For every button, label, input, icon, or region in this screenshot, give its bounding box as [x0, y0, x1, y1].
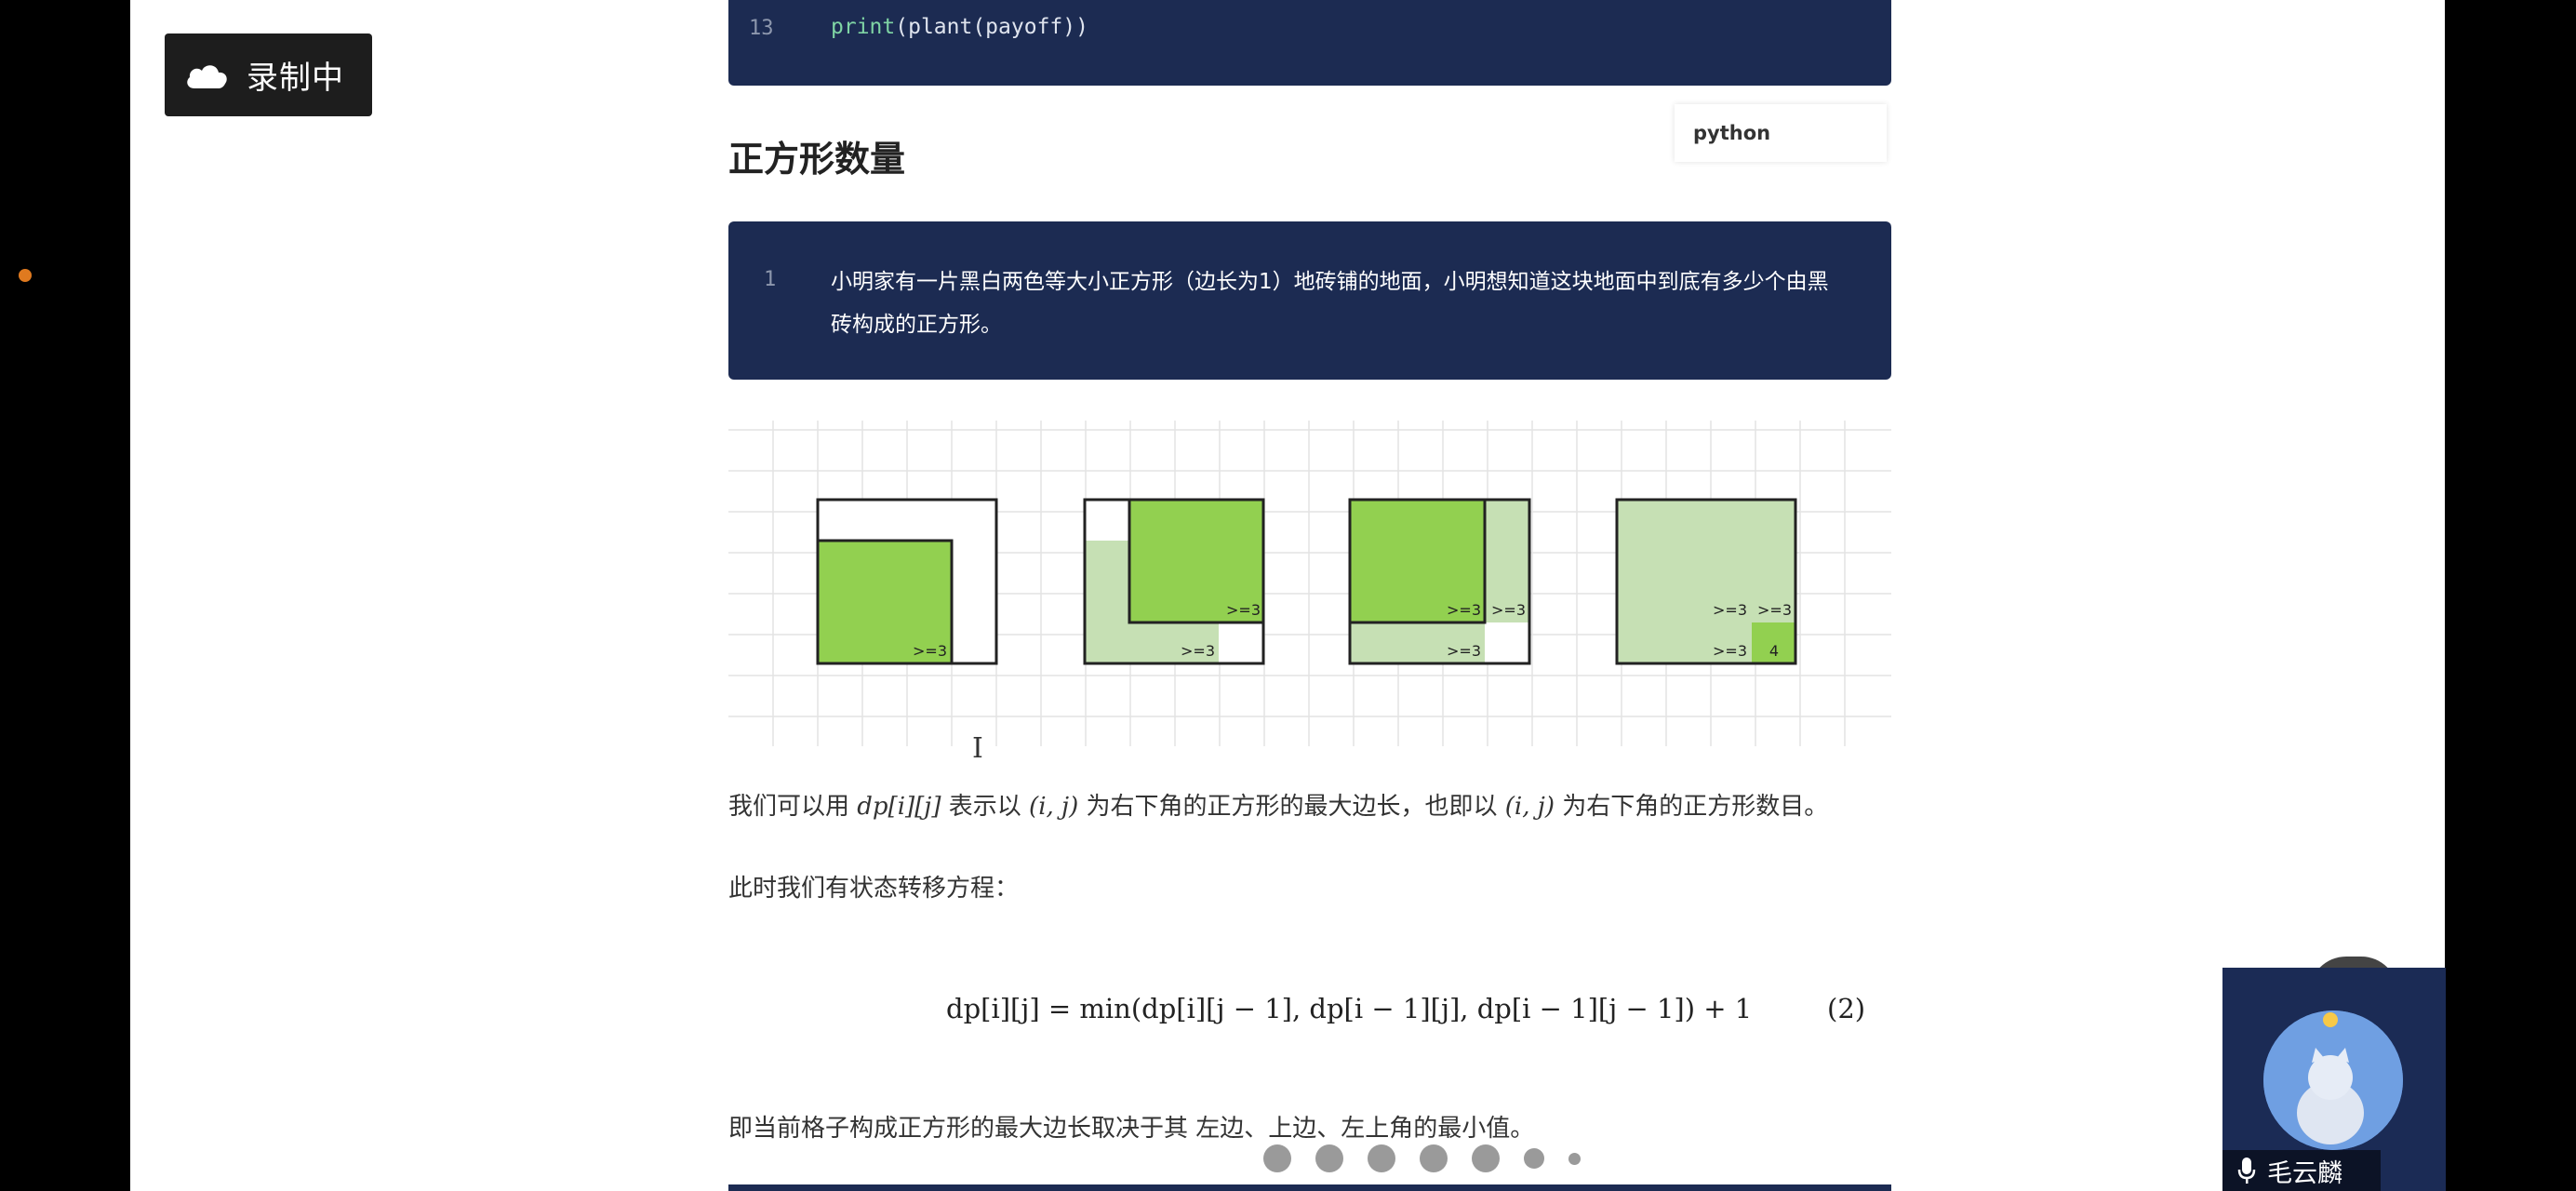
paragraph-explanation: 即当前格子构成正方形的最大边长取决于其 左边、上边、左上角的最小值。 — [728, 1115, 1535, 1143]
recording-label: 录制中 — [247, 60, 344, 97]
text-segment: 我们可以用 — [728, 793, 858, 821]
panel-2: >=3 >=3 — [1083, 498, 1265, 665]
next-code-block-edge — [728, 1184, 1891, 1191]
avatar — [2263, 1010, 2403, 1150]
code-args: (plant(payoff)) — [895, 15, 1088, 39]
page-dot[interactable] — [1472, 1144, 1500, 1172]
label-ge3: >=3 — [1447, 601, 1481, 619]
label-ge3: >=3 — [1757, 601, 1792, 619]
code-line: print(plant(payoff)) — [831, 15, 1088, 39]
recording-badge[interactable]: 录制中 — [165, 33, 372, 116]
problem-text: 小明家有一片黑白两色等大小正方形（边长为1）地砖铺的地面，小明想知道这块地面中到… — [831, 270, 1829, 337]
line-number: 1 — [764, 268, 777, 291]
math-dp-ij: dp[i][j] — [857, 793, 941, 821]
problem-code-block: 1 小明家有一片黑白两色等大小正方形（边长为1）地砖铺的地面，小明想知道这块地面… — [728, 221, 1891, 380]
code-block-previous: 13 print(plant(payoff)) — [728, 0, 1891, 86]
microphone-icon — [2237, 1158, 2256, 1184]
paragraph-transition-intro: 此时我们有状态转移方程： — [728, 875, 1020, 903]
page-dot[interactable] — [1368, 1144, 1395, 1172]
squares-illustration: >=3 >=3 >=3 >=3 >=3 >=3 >=3 >=3 >=3 4 — [728, 421, 1891, 746]
recording-indicator-dot — [19, 269, 32, 282]
label-ge3: >=3 — [913, 642, 947, 660]
cloud-icon — [187, 64, 227, 88]
participant-name: 毛云麟 — [2267, 1158, 2342, 1188]
label-ge3: >=3 — [1226, 601, 1261, 619]
text-segment: 为右下角的正方形数目。 — [1554, 793, 1829, 821]
page-dot[interactable] — [1568, 1152, 1581, 1165]
label-ge3: >=3 — [1491, 601, 1526, 619]
math-ij: (i, j) — [1029, 793, 1079, 821]
participant-name-bar: 毛云麟 — [2222, 1150, 2381, 1191]
label-ge3: >=3 — [1713, 642, 1747, 660]
text-cursor-icon: I — [972, 732, 983, 765]
page-dot[interactable] — [1315, 1144, 1343, 1172]
line-number: 13 — [749, 17, 774, 40]
text-segment: 为右下角的正方形的最大边长，也即以 — [1078, 793, 1505, 821]
page-dot[interactable] — [1524, 1148, 1544, 1169]
label-ge3: >=3 — [1181, 642, 1215, 660]
transition-formula: dp[i][j] = min(dp[i][j − 1], dp[i − 1][j… — [946, 993, 1753, 1024]
paragraph-dp-definition: 我们可以用 dp[i][j] 表示以 (i, j) 为右下角的正方形的最大边长，… — [728, 787, 1828, 822]
page-dot[interactable] — [1263, 1144, 1291, 1172]
code-function: print — [831, 15, 896, 39]
label-ge3: >=3 — [1713, 601, 1747, 619]
section-title: 正方形数量 — [728, 139, 906, 180]
panel-4: >=3 >=3 >=3 4 — [1615, 498, 1797, 665]
math-ij: (i, j) — [1504, 793, 1555, 821]
avatar-illustration — [2263, 1010, 2403, 1150]
page-dot[interactable] — [1420, 1144, 1448, 1172]
equation-number: (2) — [1827, 993, 1866, 1024]
label-ge3: >=3 — [1447, 642, 1481, 660]
participant-video-tile[interactable]: 毛云麟 — [2222, 968, 2446, 1191]
text-segment: 表示以 — [941, 793, 1030, 821]
code-language-tag[interactable]: python — [1675, 104, 1887, 162]
page-indicator-dots[interactable] — [1263, 1144, 1605, 1172]
label-four: 4 — [1769, 642, 1779, 660]
panel-1: >=3 — [816, 498, 998, 665]
document-page: 13 print(plant(payoff)) 正方形数量 python 1 小… — [130, 0, 2445, 1191]
panel-3: >=3 >=3 >=3 — [1348, 498, 1531, 665]
